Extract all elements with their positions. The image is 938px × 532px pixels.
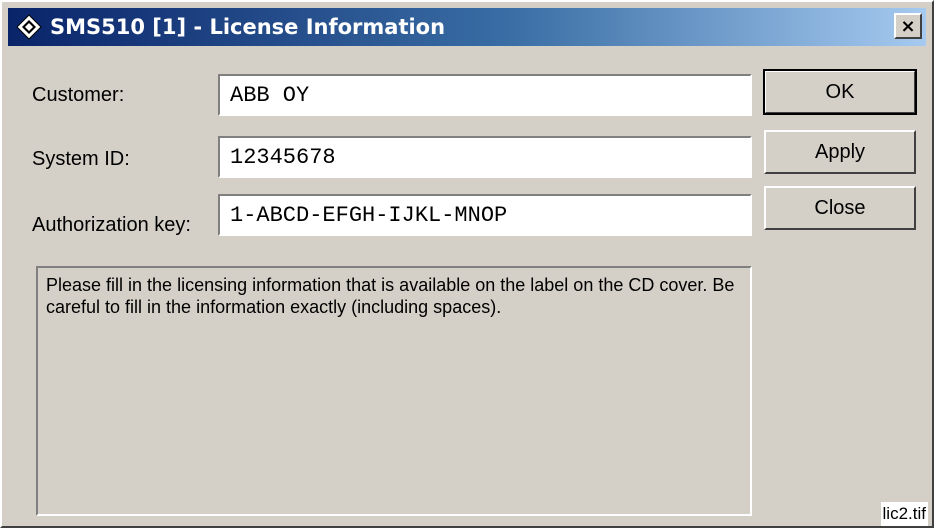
ok-button[interactable]: OK [763, 69, 917, 115]
close-button[interactable]: Close [764, 186, 916, 230]
close-window-button[interactable]: × [894, 13, 922, 39]
title-bar[interactable]: SMS510 [1] - License Information × [8, 8, 926, 46]
info-text: Please fill in the licensing information… [46, 275, 735, 317]
app-diamond-icon [14, 12, 44, 42]
window-title: SMS510 [1] - License Information [50, 15, 446, 39]
info-text-box: Please fill in the licensing information… [36, 266, 752, 516]
license-dialog: SMS510 [1] - License Information × Custo… [0, 0, 934, 528]
authorization-key-field[interactable] [218, 194, 752, 236]
customer-field[interactable] [218, 74, 752, 116]
authorization-key-label: Authorization key: [32, 214, 191, 236]
apply-button[interactable]: Apply [764, 130, 916, 174]
customer-label: Customer: [32, 84, 125, 106]
system-id-label: System ID: [32, 148, 130, 170]
image-caption: lic2.tif [880, 502, 928, 526]
system-id-field[interactable] [218, 136, 752, 178]
close-icon: × [900, 15, 916, 37]
